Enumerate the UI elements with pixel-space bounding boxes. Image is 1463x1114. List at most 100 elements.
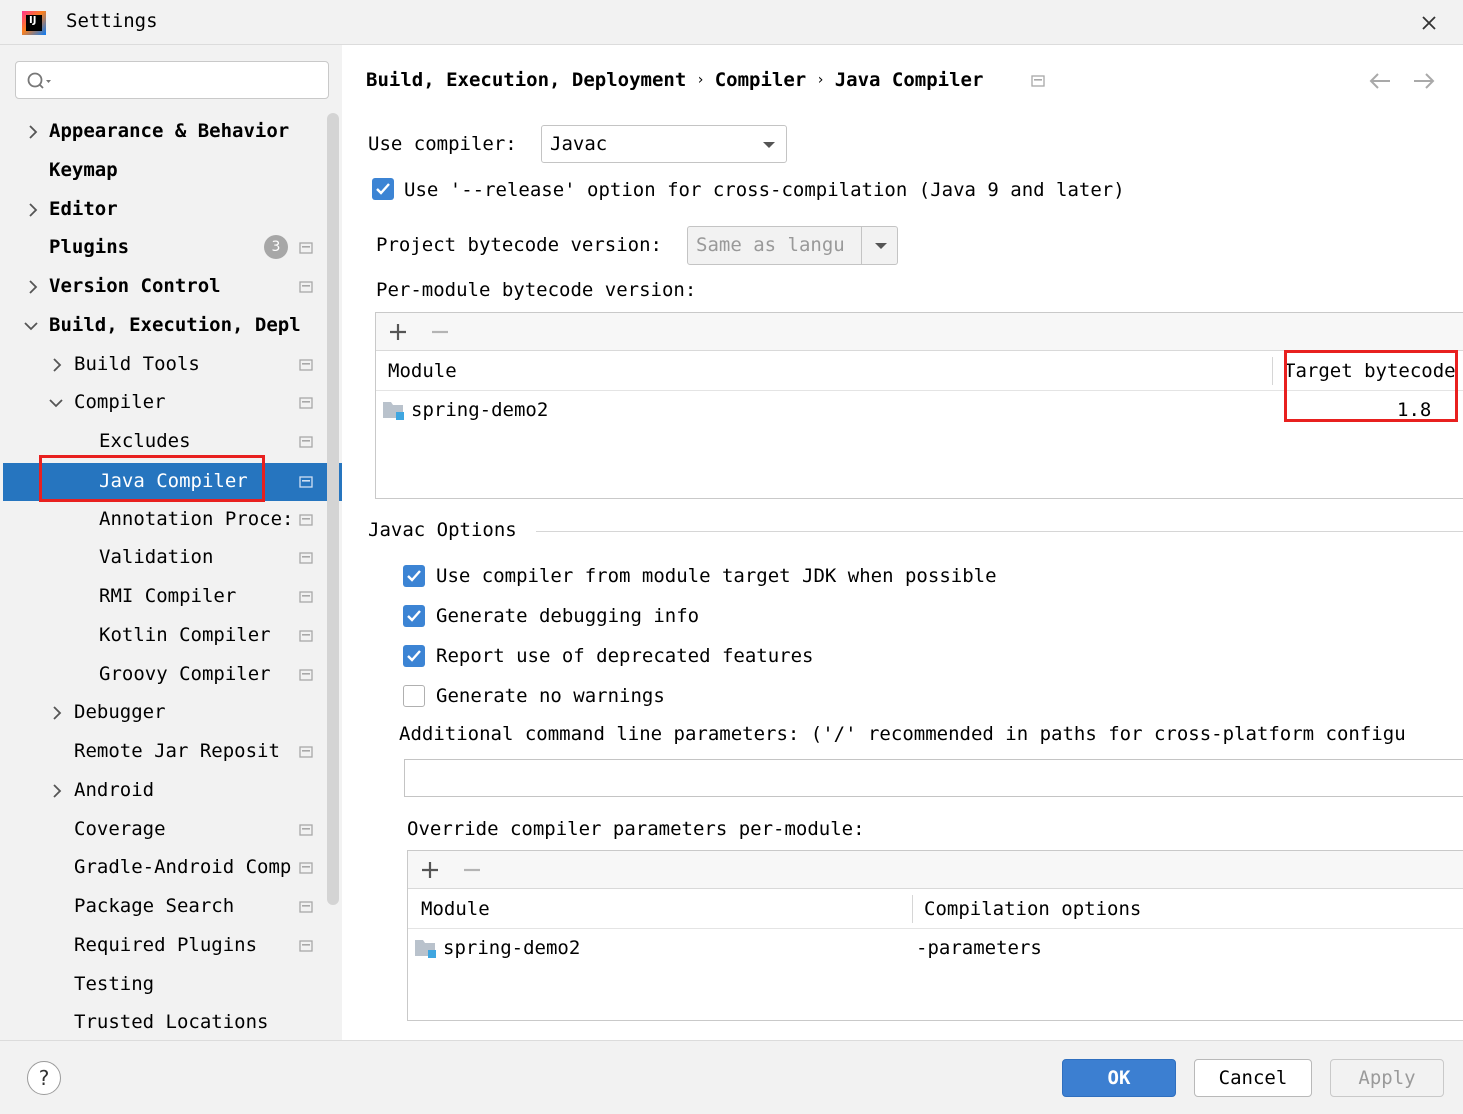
search-icon [27, 72, 51, 89]
help-button[interactable]: ? [27, 1061, 61, 1095]
project-level-icon [299, 281, 313, 293]
sidebar-item-keymap[interactable]: Keymap [3, 152, 342, 190]
chevron-right-icon[interactable] [25, 201, 41, 219]
sidebar-item-build-tools[interactable]: Build Tools [3, 346, 342, 384]
additional-params-input[interactable] [404, 759, 1463, 797]
settings-search[interactable] [15, 61, 329, 99]
use-module-target-jdk-checkbox[interactable] [403, 565, 425, 587]
project-level-icon [299, 824, 313, 836]
remove-icon[interactable] [430, 322, 450, 342]
sidebar-item-coverage[interactable]: Coverage [3, 811, 342, 849]
sidebar-item-appearance-behavior[interactable]: Appearance & Behavior [3, 113, 342, 151]
section-divider [536, 531, 1463, 532]
sidebar-item-package-search[interactable]: Package Search [3, 888, 342, 926]
module-folder-icon [383, 402, 404, 420]
window-title: Settings [66, 10, 158, 32]
generate-debugging-info-label: Generate debugging info [436, 605, 700, 627]
sidebar-item-required-plugins[interactable]: Required Plugins [3, 927, 342, 965]
generate-no-warnings-label: Generate no warnings [436, 685, 665, 707]
cancel-button[interactable]: Cancel [1194, 1059, 1312, 1097]
close-icon[interactable] [1416, 10, 1442, 36]
generate-debugging-info-checkbox[interactable] [403, 605, 425, 627]
apply-button[interactable]: Apply [1330, 1059, 1444, 1097]
sidebar-item-testing[interactable]: Testing [3, 966, 342, 1004]
sidebar-item-gradle-android-compiler[interactable]: Gradle-Android Comp [3, 849, 342, 887]
sidebar-item-rmi-compiler[interactable]: RMI Compiler [3, 578, 342, 616]
checkmark-icon [407, 570, 421, 582]
sidebar-item-remote-jar-repositories[interactable]: Remote Jar Reposit [3, 733, 342, 771]
combo-divider [861, 227, 862, 264]
column-header-compilation-options[interactable]: Compilation options [924, 898, 1141, 920]
chevron-right-icon[interactable] [25, 278, 41, 296]
project-level-icon [299, 514, 313, 526]
use-compiler-value: Javac [550, 133, 608, 155]
chevron-right-icon[interactable] [49, 704, 65, 722]
sidebar-item-label: Testing [74, 973, 155, 995]
sidebar-item-label: Build, Execution, Depl [49, 314, 301, 336]
annotation-highlight-target-bytecode [1284, 350, 1458, 422]
sidebar-item-label: Groovy Compiler [99, 663, 271, 685]
sidebar-item-editor[interactable]: Editor [3, 191, 342, 229]
breadcrumb: Build, Execution, Deployment › Compiler › Ja… [366, 69, 983, 91]
plugins-update-badge: 3 [264, 235, 288, 259]
breadcrumb-build-execution-deployment[interactable]: Build, Execution, Deployment [366, 69, 686, 91]
ok-button[interactable]: OK [1062, 1059, 1176, 1097]
report-deprecated-checkbox[interactable] [403, 645, 425, 667]
sidebar-item-label: Required Plugins [74, 934, 258, 956]
sidebar-item-label: Annotation Proce: [99, 508, 294, 530]
sidebar-item-validation[interactable]: Validation [3, 539, 342, 577]
remove-icon[interactable] [462, 860, 482, 880]
chevron-right-icon[interactable] [49, 356, 65, 374]
chevron-right-icon[interactable] [25, 123, 41, 141]
override-params-table: Module Compilation options spring-demo2 … [407, 850, 1463, 1021]
project-bytecode-select[interactable]: Same as langu [687, 226, 898, 265]
sidebar-item-version-control[interactable]: Version Control [3, 268, 342, 306]
sidebar-item-compiler[interactable]: Compiler [3, 384, 342, 422]
use-module-target-jdk-label: Use compiler from module target JDK when… [436, 565, 997, 587]
chevron-down-icon[interactable] [23, 317, 39, 335]
arrow-left-icon[interactable] [1366, 69, 1394, 93]
chevron-down-icon[interactable] [48, 394, 64, 412]
column-separator[interactable] [912, 895, 913, 923]
project-level-icon [299, 940, 313, 952]
project-level-icon [299, 669, 313, 681]
arrow-right-icon[interactable] [1410, 69, 1438, 93]
column-header-module[interactable]: Module [421, 898, 490, 920]
compilation-options-value[interactable]: -parameters [916, 937, 1042, 959]
sidebar-item-label: Plugins [49, 236, 130, 258]
sidebar-item-label: Coverage [74, 818, 166, 840]
chevron-right-icon[interactable] [49, 782, 65, 800]
per-module-bytecode-label: Per-module bytecode version: [376, 279, 697, 301]
sidebar-item-build-execution-deployment[interactable]: Build, Execution, Depl [3, 307, 342, 345]
column-header-module[interactable]: Module [388, 360, 457, 382]
table-toolbar [376, 313, 1463, 351]
use-compiler-select[interactable]: Javac [541, 125, 787, 163]
search-input[interactable] [58, 68, 318, 92]
table-header: Module Compilation options [408, 889, 1463, 929]
sidebar-item-label: Validation [99, 546, 214, 568]
release-option-checkbox[interactable] [372, 178, 394, 200]
sidebar-item-label: Android [74, 779, 155, 801]
sidebar-item-label: Excludes [99, 430, 191, 452]
logo-text: IJ [29, 15, 37, 26]
add-icon[interactable] [388, 322, 408, 342]
project-level-icon [299, 746, 313, 758]
breadcrumb-separator: › [816, 72, 825, 88]
sidebar-item-trusted-locations[interactable]: Trusted Locations [3, 1004, 342, 1040]
sidebar-item-kotlin-compiler[interactable]: Kotlin Compiler [3, 617, 342, 655]
sidebar-item-annotation-processors[interactable]: Annotation Proce: [3, 501, 342, 539]
report-deprecated-label: Report use of deprecated features [436, 645, 814, 667]
breadcrumb-compiler[interactable]: Compiler [715, 69, 807, 91]
generate-no-warnings-checkbox[interactable] [403, 685, 425, 707]
sidebar-item-plugins[interactable]: Plugins 3 [3, 229, 342, 267]
sidebar-item-label: Appearance & Behavior [49, 120, 290, 142]
sidebar-item-debugger[interactable]: Debugger [3, 694, 342, 732]
sidebar-item-android[interactable]: Android [3, 772, 342, 810]
add-icon[interactable] [420, 860, 440, 880]
sidebar-scrollbar[interactable] [327, 113, 339, 905]
table-row[interactable]: spring-demo2 -parameters [408, 931, 1463, 967]
column-separator[interactable] [1272, 357, 1273, 385]
settings-sidebar: Appearance & Behavior Keymap Editor Plug… [3, 45, 342, 1040]
sidebar-item-groovy-compiler[interactable]: Groovy Compiler [3, 656, 342, 694]
annotation-highlight-java-compiler [39, 455, 265, 502]
